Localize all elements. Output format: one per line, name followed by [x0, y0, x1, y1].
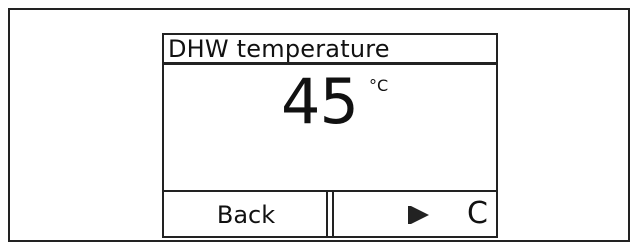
temperature-unit: °C — [369, 76, 389, 95]
right-softkey-char: C — [467, 196, 488, 231]
value-area: 45 °C — [164, 65, 496, 191]
back-softkey-label: Back — [216, 201, 276, 229]
control-panel-display: DHW temperature 45 °C Back C — [162, 33, 498, 238]
temperature-value: 45 — [281, 65, 359, 138]
back-softkey[interactable]: Back — [164, 192, 328, 236]
display-title: DHW temperature — [168, 35, 390, 63]
title-bar: DHW temperature — [164, 35, 496, 65]
softkey-bar: Back C — [164, 190, 496, 236]
right-softkey[interactable]: C — [334, 192, 496, 236]
